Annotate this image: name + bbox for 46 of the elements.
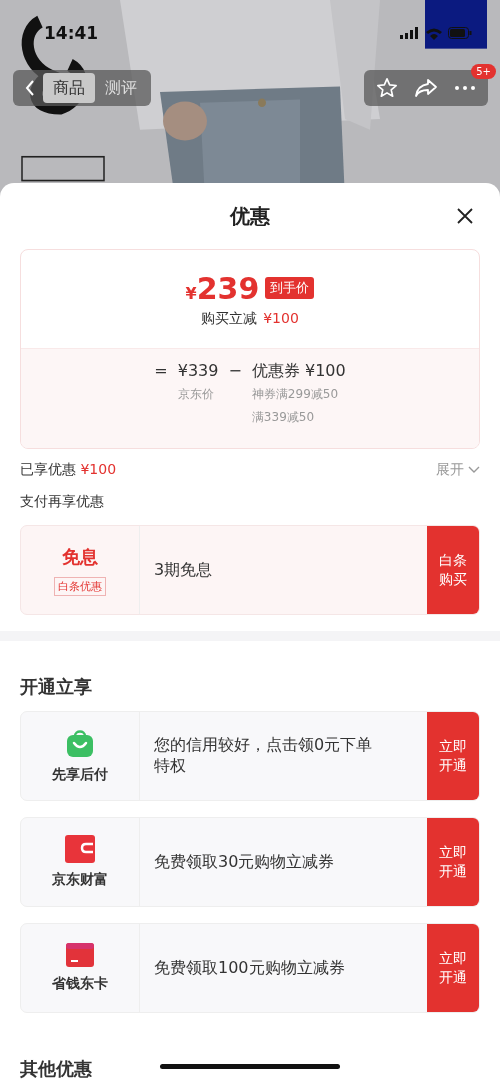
back-icon [25, 79, 35, 97]
offer-text: 免费领取30元购物立减券 [153, 850, 336, 873]
enjoyed-discount: 已享优惠 ¥100 [20, 461, 117, 479]
expand-button[interactable]: 展开 [436, 461, 480, 479]
activate-button[interactable]: 立即开通 [427, 924, 479, 1012]
original-price: ¥339 [177, 361, 219, 382]
price-tag: 到手价 [265, 277, 315, 299]
sheet-title: 优惠 [230, 202, 270, 230]
offer-tag: 白条优惠 [54, 576, 106, 596]
discount-amount: ¥100 [263, 309, 299, 328]
service-name: 先享后付 [52, 766, 108, 784]
shopping-bag-icon [66, 728, 94, 758]
section-title: 开通立享 [20, 675, 93, 699]
coupon-note: 满339减50 [251, 409, 316, 426]
section-title: 支付再享优惠 [20, 493, 105, 511]
minus-sign: − [228, 361, 242, 382]
more-icon [454, 85, 476, 91]
section-title: 其他优惠 [20, 1057, 92, 1081]
coupon-note: 神券满299减50 [251, 386, 340, 403]
status-time: 14:41 [44, 23, 99, 43]
share-icon [414, 77, 438, 99]
chevron-down-icon [468, 466, 480, 474]
coupon-amount: 优惠券 ¥100 [251, 361, 346, 382]
battery-icon [448, 27, 472, 39]
service-name: 京东财富 [52, 871, 108, 889]
final-price: ¥239 [185, 270, 260, 306]
offer-text: 您的信用较好，点击领0元下单特权 [153, 734, 374, 777]
price-label: 京东价 [177, 386, 215, 403]
discount-label: 购买立减 [201, 309, 258, 328]
activate-button[interactable]: 立即开通 [427, 818, 479, 906]
equals-sign: = [154, 361, 168, 382]
card-icon [66, 943, 94, 967]
activate-button[interactable]: 立即开通 [427, 712, 479, 800]
offer-title: 免息 [62, 544, 98, 569]
buy-button[interactable]: 白条购买 [427, 526, 479, 614]
offer-text: 免费领取100元购物立减券 [153, 956, 346, 979]
tab[interactable]: 商品 [43, 73, 95, 103]
service-name: 省钱东卡 [52, 975, 108, 993]
offer-text: 3期免息 [153, 558, 214, 581]
wifi-icon [425, 26, 443, 40]
tab[interactable]: 测评 [95, 73, 147, 103]
close-icon [456, 207, 474, 225]
wallet-icon [65, 835, 95, 863]
star-icon [376, 77, 398, 99]
notification-badge: 5+ [471, 64, 496, 79]
signal-icon [400, 27, 420, 39]
